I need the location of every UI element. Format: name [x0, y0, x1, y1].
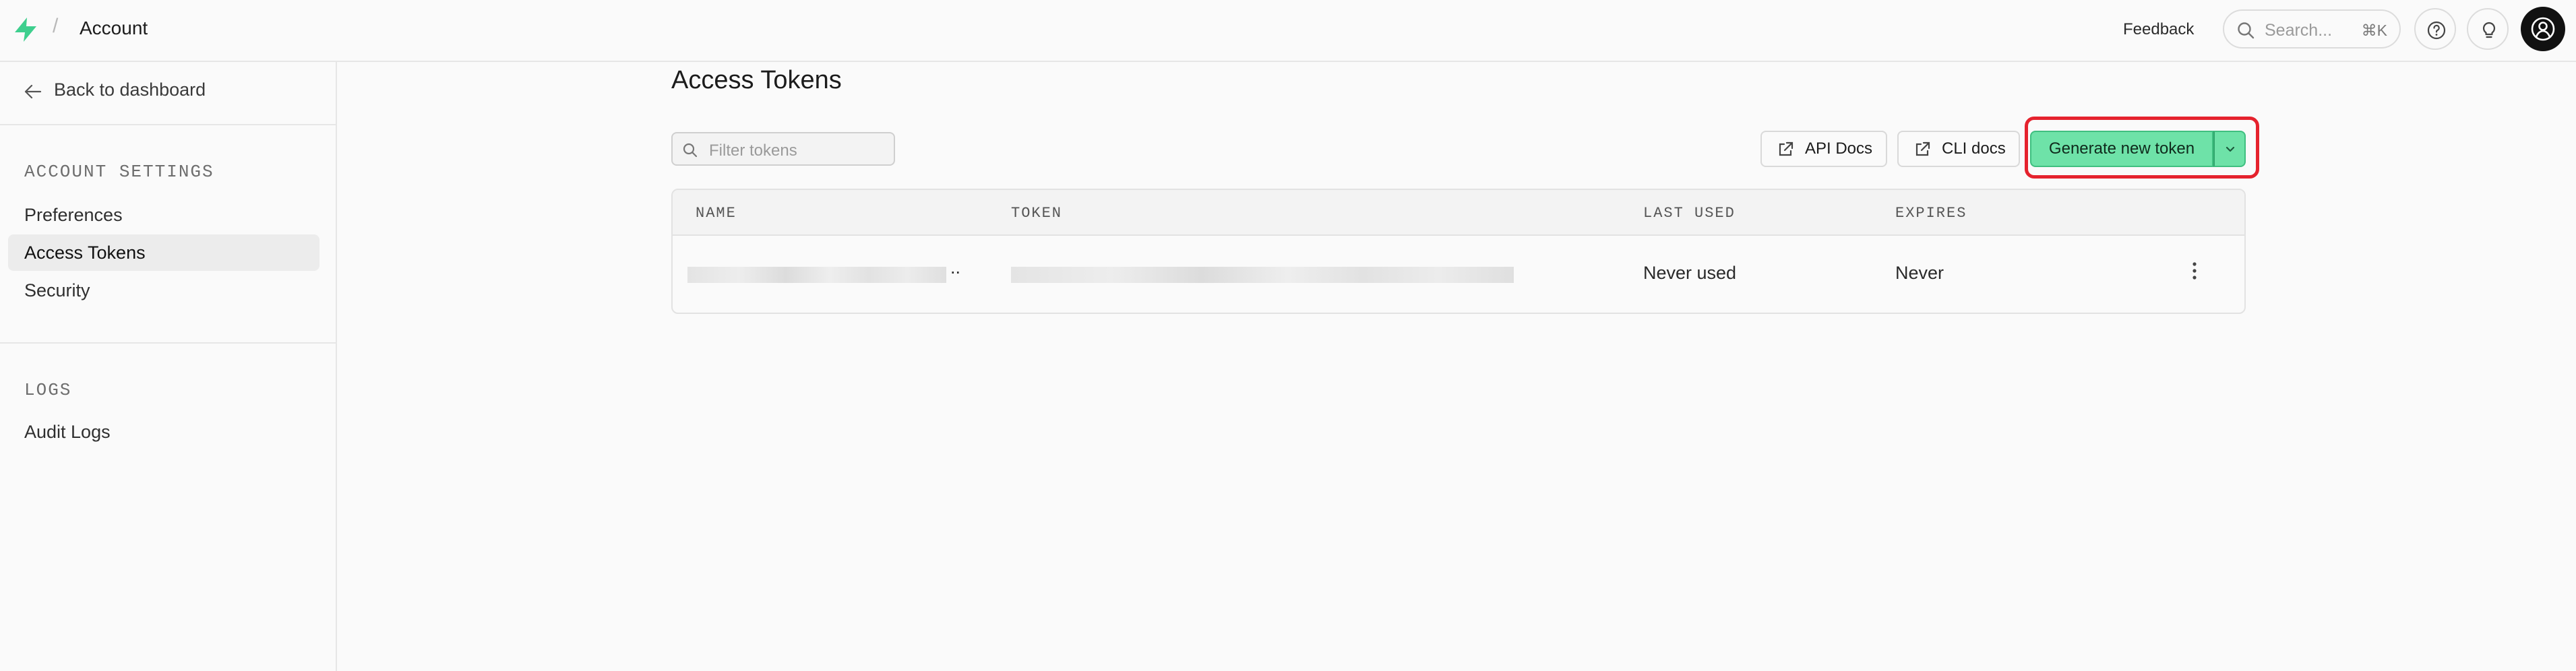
generate-new-token-button[interactable]: Generate new token [2030, 131, 2213, 167]
help-icon [2427, 21, 2446, 40]
back-to-dashboard-link[interactable]: Back to dashboard [24, 79, 206, 100]
chevron-down-icon [2226, 146, 2235, 152]
page-title: Access Tokens [671, 66, 842, 94]
access-tokens-table: NAME TOKEN LAST USED EXPIRES .. Never us… [671, 189, 2246, 314]
user-avatar-icon [2531, 17, 2555, 41]
token-name-redacted [687, 267, 946, 283]
sidebar-item-access-tokens[interactable]: Access Tokens [8, 234, 319, 271]
api-docs-button[interactable]: API Docs [1760, 131, 1887, 167]
token-actions-button[interactable] [2190, 260, 2199, 285]
external-link-icon [1915, 141, 1930, 156]
search-placeholder: Search... [2265, 21, 2333, 40]
feedback-button[interactable]: Feedback [2123, 20, 2194, 39]
column-header-expires: EXPIRES [1895, 205, 1967, 222]
supabase-logo-icon[interactable] [12, 16, 39, 43]
breadcrumb-title: Account [80, 18, 148, 38]
whats-new-button[interactable] [2467, 8, 2509, 50]
section-title-account-settings: ACCOUNT SETTINGS [24, 162, 214, 182]
search-button[interactable]: Search... ⌘K [2223, 9, 2401, 49]
search-icon [2236, 21, 2255, 43]
token-name-ellipsis: .. [950, 257, 961, 278]
search-shortcut: ⌘K [2361, 22, 2387, 39]
sidebar-item-security[interactable]: Security [8, 272, 319, 309]
filter-tokens-input[interactable]: Filter tokens [671, 132, 895, 166]
breadcrumb-separator: / [53, 15, 59, 37]
token-expires: Never [1895, 263, 1944, 283]
arrow-left-icon [24, 84, 42, 99]
search-icon [683, 143, 698, 158]
sidebar: Back to dashboard ACCOUNT SETTINGS Prefe… [0, 62, 337, 671]
cli-docs-button[interactable]: CLI docs [1897, 131, 2020, 167]
generate-token-dropdown-button[interactable] [2213, 131, 2246, 167]
section-title-logs: LOGS [24, 380, 72, 400]
sidebar-item-preferences[interactable]: Preferences [8, 197, 319, 233]
api-docs-label: API Docs [1805, 139, 1873, 158]
column-header-token: TOKEN [1011, 205, 1063, 222]
user-avatar[interactable] [2521, 7, 2565, 51]
sidebar-divider [0, 124, 336, 125]
sidebar-item-audit-logs[interactable]: Audit Logs [8, 414, 319, 450]
table-header: NAME TOKEN LAST USED EXPIRES [673, 190, 2244, 236]
lightbulb-icon [2482, 22, 2496, 38]
token-last-used: Never used [1643, 263, 1737, 283]
token-value-redacted [1011, 267, 1514, 283]
back-to-dashboard-label: Back to dashboard [54, 79, 206, 100]
column-header-name: NAME [696, 205, 737, 222]
column-header-last-used: LAST USED [1643, 205, 1736, 222]
help-button[interactable] [2414, 8, 2456, 50]
cli-docs-label: CLI docs [1942, 139, 2006, 158]
more-vertical-icon [2192, 262, 2197, 280]
sidebar-divider [0, 342, 336, 344]
external-link-icon [1779, 141, 1793, 156]
filter-tokens-placeholder: Filter tokens [709, 141, 797, 160]
top-bar: / Account Feedback Search... ⌘K [0, 0, 2576, 62]
